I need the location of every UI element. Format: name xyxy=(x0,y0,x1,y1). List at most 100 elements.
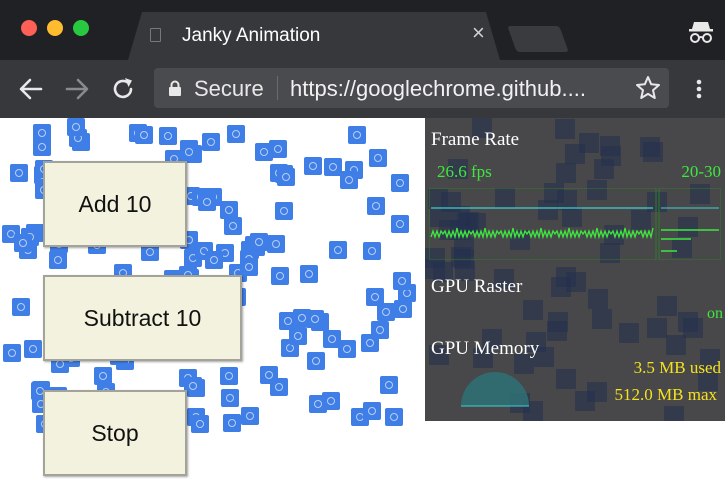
animated-sprite xyxy=(14,234,32,252)
window-minimize-button[interactable] xyxy=(47,20,63,36)
address-bar[interactable]: Secure https://googlechrome.github.... xyxy=(154,68,669,108)
animated-sprite xyxy=(67,118,85,136)
gpu-memory-title: GPU Memory xyxy=(431,338,540,359)
animated-sprite xyxy=(10,164,28,182)
hud-background-block xyxy=(619,323,639,343)
animated-sprite xyxy=(394,300,412,318)
animated-sprite xyxy=(205,251,223,269)
incognito-icon xyxy=(689,22,713,43)
animated-sprite xyxy=(241,407,259,425)
animated-sprite xyxy=(24,340,42,358)
fps-range: 20-30 xyxy=(681,162,721,181)
animated-sprite xyxy=(304,157,322,175)
animated-sprite xyxy=(307,352,325,370)
animated-sprite xyxy=(329,241,347,259)
animated-sprite xyxy=(223,414,241,432)
animated-sprite xyxy=(260,366,278,384)
hud-background-block xyxy=(666,335,686,355)
animated-sprite xyxy=(300,265,318,283)
window-close-button[interactable] xyxy=(21,20,37,36)
animated-sprite xyxy=(340,171,358,189)
window-maximize-button[interactable] xyxy=(73,20,89,36)
animated-sprite xyxy=(385,408,403,426)
animated-sprite xyxy=(135,126,153,144)
animated-sprite xyxy=(369,149,387,167)
animated-sprite xyxy=(49,251,67,269)
animated-sprite xyxy=(220,201,238,219)
animated-sprite xyxy=(267,235,285,253)
tab-title: Janky Animation xyxy=(182,25,321,46)
animated-sprite xyxy=(348,126,366,144)
gpu-memory-max: 512.0 MB max xyxy=(614,385,717,404)
hud-background-block xyxy=(547,321,567,341)
animated-sprite xyxy=(380,376,398,394)
hud-background-block xyxy=(575,391,595,411)
back-arrow-icon[interactable] xyxy=(16,74,46,104)
hud-background-block xyxy=(555,119,575,139)
hud-background-block xyxy=(647,318,667,338)
reload-icon[interactable] xyxy=(108,74,138,104)
tab-janky-animation[interactable]: Janky Animation × xyxy=(128,12,500,60)
animated-sprite xyxy=(275,202,293,220)
security-label: Secure xyxy=(194,76,264,101)
animated-sprite xyxy=(367,197,385,215)
animated-sprite xyxy=(221,389,239,407)
browser-window: Janky Animation × Secure https://googlec… xyxy=(0,0,725,487)
fps-value: 26.6 fps xyxy=(437,162,492,181)
page-favicon-icon xyxy=(150,28,161,42)
gpu-memory-used: 3.5 MB used xyxy=(633,358,721,377)
hud-background-block xyxy=(600,136,620,156)
gpu-raster-title: GPU Raster xyxy=(431,276,523,297)
animated-sprite xyxy=(33,138,51,156)
animated-sprite xyxy=(338,340,356,358)
url-text[interactable]: https://googlechrome.github.... xyxy=(290,76,586,102)
animated-sprite xyxy=(277,168,295,186)
browser-toolbar: Secure https://googlechrome.github.... xyxy=(0,60,725,118)
animated-sprite xyxy=(250,233,268,251)
kebab-menu-icon[interactable] xyxy=(692,74,706,104)
fps-meter-hud: Frame Rate 26.6 fps 20-30 GPU Raster on … xyxy=(425,118,725,421)
animated-sprite xyxy=(255,143,273,161)
hud-background-block xyxy=(664,406,684,421)
animated-sprite xyxy=(202,133,220,151)
page-content: Add 10 Subtract 10 Stop Frame Rate 26.6 … xyxy=(0,118,725,487)
animated-sprite xyxy=(393,272,411,290)
animated-sprite xyxy=(220,367,238,385)
forward-arrow-icon[interactable] xyxy=(62,74,92,104)
hud-background-block xyxy=(657,296,677,316)
hud-background-block xyxy=(565,144,585,164)
animated-sprite xyxy=(94,367,112,385)
animated-sprite xyxy=(363,402,381,420)
hud-background-block xyxy=(556,369,576,389)
hud-background-block xyxy=(523,300,543,320)
animated-sprite xyxy=(363,242,381,260)
add-10-button[interactable]: Add 10 xyxy=(43,161,187,247)
gpu-raster-state: on xyxy=(707,305,723,322)
hud-background-block xyxy=(556,163,576,183)
animated-sprite xyxy=(224,217,242,235)
hud-background-block xyxy=(643,142,663,162)
animated-sprite xyxy=(227,125,245,143)
lock-icon xyxy=(169,80,181,96)
gpu-memory-gauge xyxy=(461,372,529,407)
animated-sprite xyxy=(391,174,409,192)
hud-background-block xyxy=(551,277,571,297)
animated-sprite xyxy=(159,127,177,145)
omnibox-divider xyxy=(277,76,278,100)
hud-background-block xyxy=(588,289,608,309)
animated-sprite xyxy=(12,298,30,316)
animated-sprite xyxy=(289,327,307,345)
stop-button[interactable]: Stop xyxy=(43,390,187,476)
hud-background-block xyxy=(683,318,703,338)
animated-sprite xyxy=(309,395,327,413)
animated-sprite xyxy=(198,193,216,211)
tab-close-icon[interactable]: × xyxy=(472,22,485,44)
animated-sprite xyxy=(361,334,379,352)
hud-background-block xyxy=(592,309,612,329)
subtract-10-button[interactable]: Subtract 10 xyxy=(43,275,242,361)
animated-sprite xyxy=(377,303,395,321)
animated-sprite xyxy=(293,309,311,327)
bookmark-star-icon[interactable] xyxy=(634,74,662,102)
animated-sprite xyxy=(191,415,209,433)
new-tab-button[interactable] xyxy=(507,26,569,52)
